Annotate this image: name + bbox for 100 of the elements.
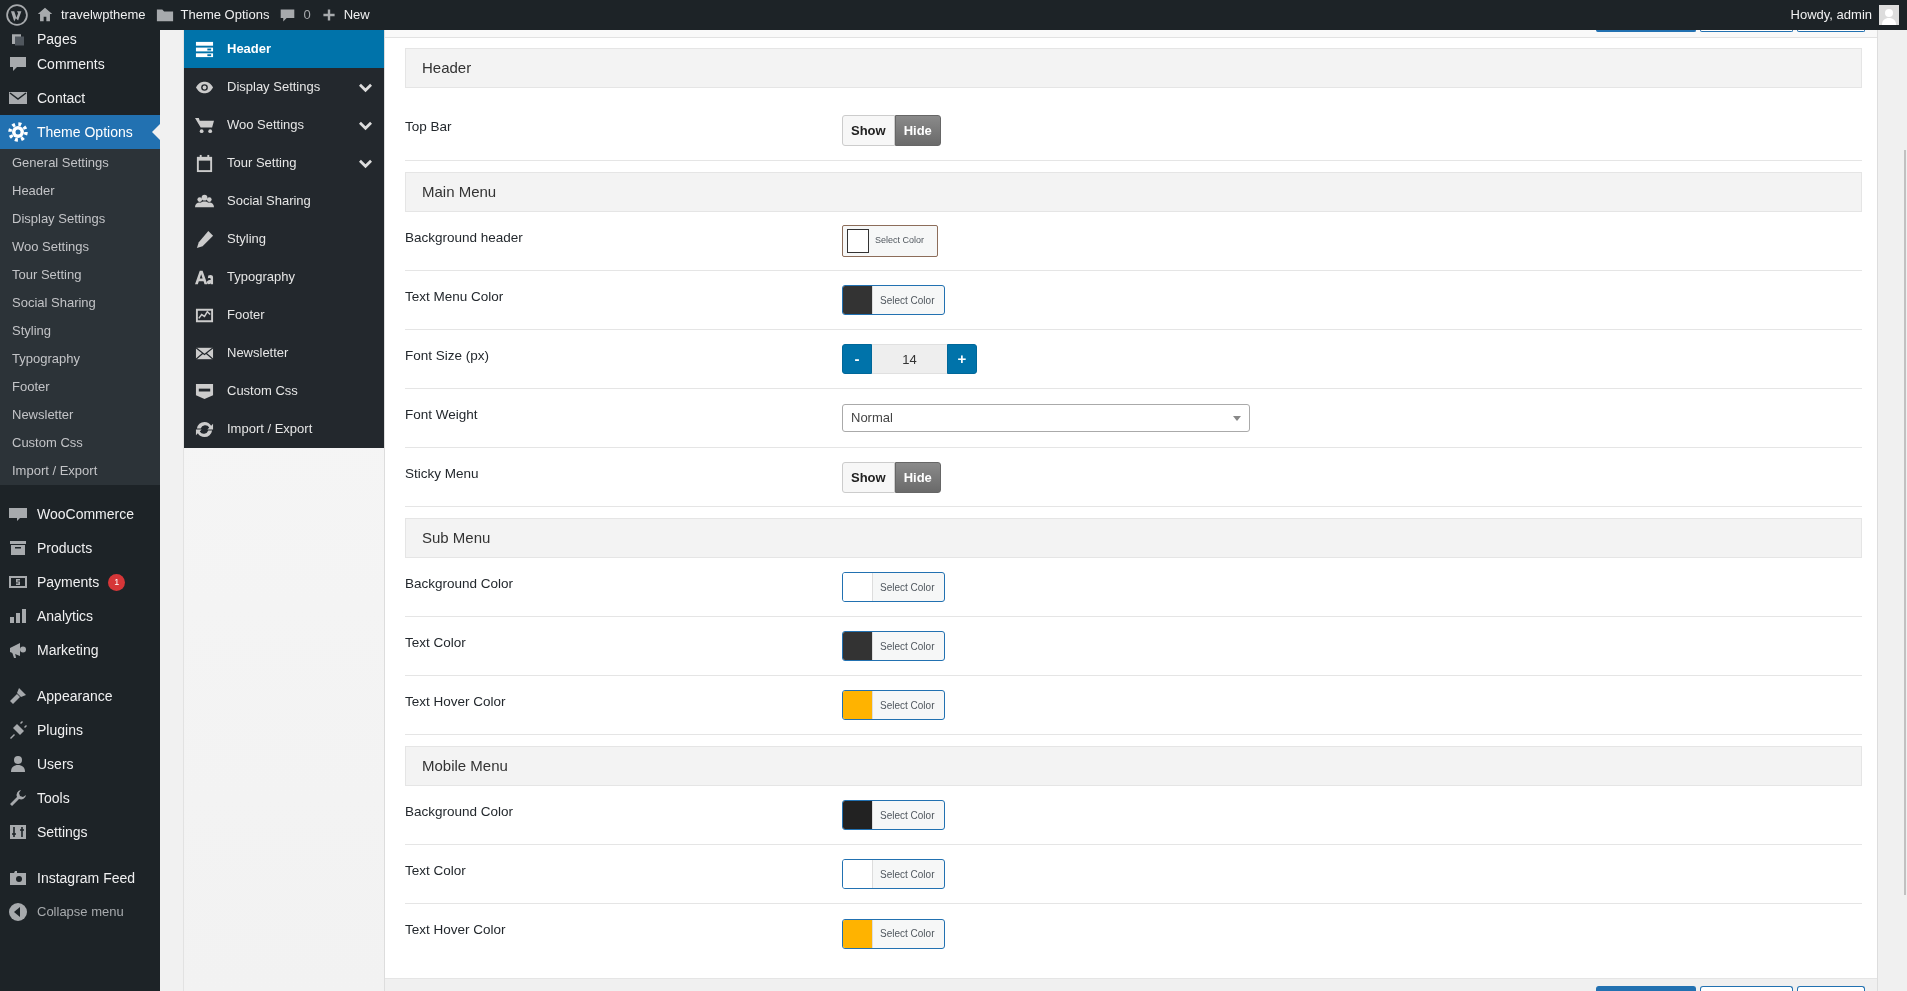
archive-box-icon (8, 538, 28, 558)
field-label: Sticky Menu (405, 464, 480, 483)
submenu-item[interactable]: General Settings (0, 149, 160, 177)
sidebar-item[interactable]: Plugins (0, 713, 160, 747)
site-link[interactable]: travelwptheme (61, 5, 146, 25)
menu-item[interactable]: Import / Export (184, 410, 384, 448)
menu-item[interactable]: Typography (184, 258, 384, 296)
page-link[interactable]: Theme Options (180, 5, 270, 25)
toggle-button[interactable]: Show (842, 114, 895, 146)
increment-button[interactable]: + (947, 344, 977, 374)
field-label: Text Menu Color (405, 287, 505, 306)
submenu-item[interactable]: Header (0, 177, 160, 205)
sidebar-item[interactable]: Appearance (0, 667, 160, 713)
field-label: Font Size (px) (405, 346, 491, 365)
color-picker[interactable]: Select Color (842, 572, 945, 602)
menu-item[interactable]: Styling (184, 220, 384, 258)
greeting-link[interactable]: Howdy, admin (1790, 5, 1872, 25)
color-picker[interactable]: Select Color (842, 690, 945, 720)
button[interactable] (1700, 986, 1793, 991)
section-header: Main Menu (405, 172, 1862, 212)
submenu-item[interactable]: Display Settings (0, 205, 160, 233)
sidebar-item[interactable]: Users (0, 747, 160, 781)
button-label: Select Color (879, 698, 935, 713)
field-label: Text Color (405, 861, 467, 880)
user-icon (8, 754, 28, 774)
sidebar-item[interactable]: Instagram Feed (0, 849, 160, 895)
button-label: Select Color (874, 234, 925, 248)
field-label: Background Color (405, 802, 515, 821)
menu-item[interactable]: Footer (184, 296, 384, 334)
section-header: Mobile Menu (405, 746, 1862, 786)
color-picker[interactable]: Select Color (842, 225, 938, 257)
sidebar-item[interactable]: Tools (0, 781, 160, 815)
color-picker[interactable]: Select Color (842, 800, 945, 830)
button-label: Select Color (879, 580, 935, 595)
sidebar-item[interactable]: Contact (0, 81, 160, 115)
megaphone-icon (8, 640, 28, 660)
plus-icon (320, 7, 337, 23)
home-icon (36, 6, 54, 24)
header-lines-icon (195, 39, 214, 59)
submenu-item[interactable]: Tour Setting (0, 261, 160, 289)
menu-item[interactable]: Tour Setting (184, 144, 384, 182)
button-label: Select Color (879, 639, 935, 654)
submenu-item[interactable]: Footer (0, 373, 160, 401)
submenu-item[interactable]: Styling (0, 317, 160, 345)
sidebar-item[interactable]: Payments 1 (0, 565, 160, 599)
sidebar-item[interactable]: Marketing (0, 633, 160, 667)
submenu-item[interactable]: Import / Export (0, 457, 160, 485)
menu-item[interactable]: Header (184, 30, 384, 68)
camera-icon (8, 868, 28, 888)
menu-item[interactable]: Display Settings (184, 68, 384, 106)
menu-item[interactable]: Social Sharing (184, 182, 384, 220)
color-picker[interactable]: Select Color (842, 285, 945, 315)
sliders-icon (8, 822, 28, 842)
menu-item[interactable]: Newsletter (184, 334, 384, 372)
field-label: Background header (405, 228, 524, 247)
sidebar-item[interactable]: Products (0, 531, 160, 565)
sidebar-item[interactable]: WooCommerce (0, 485, 160, 531)
section-header: Sub Menu (405, 518, 1862, 558)
button-label: Select Color (879, 867, 935, 882)
dropdown-value: Normal (851, 409, 893, 428)
count-badge: 1 (108, 573, 126, 591)
dropdown[interactable]: Normal (842, 404, 1250, 432)
color-picker[interactable]: Select Color (842, 859, 945, 889)
paintbrush-icon (8, 686, 28, 706)
cart-icon (195, 115, 214, 135)
sidebar-item[interactable]: Pages (0, 30, 160, 47)
number-field[interactable]: 14 (872, 344, 947, 374)
sidebar-item[interactable]: Comments (0, 47, 160, 81)
section-header: Header (405, 48, 1862, 88)
field-label: Background Color (405, 574, 515, 593)
new-link[interactable]: New (343, 5, 370, 25)
submenu-item[interactable]: Custom Css (0, 429, 160, 457)
field-label: Font Weight (405, 405, 479, 424)
collapse-menu-button[interactable]: Collapse menu (0, 895, 160, 929)
toggle-button[interactable]: Hide (894, 461, 941, 493)
decrement-button[interactable]: - (842, 344, 872, 374)
bar-chart-icon (8, 606, 28, 626)
toggle-button[interactable]: Show (842, 461, 895, 493)
button-label: Select Color (879, 927, 935, 941)
comment-count[interactable]: 0 (303, 5, 311, 25)
button-label: Select Color (879, 293, 935, 308)
button-label: Select Color (879, 808, 935, 823)
sidebar-item[interactable]: Settings (0, 815, 160, 849)
menu-item[interactable]: Woo Settings (184, 106, 384, 144)
comment-icon (8, 54, 28, 74)
field-label: Text Hover Color (405, 692, 507, 711)
color-picker[interactable]: Select Color (842, 631, 945, 661)
scrollbar-thumb[interactable] (1904, 150, 1906, 895)
gear-icon (8, 122, 28, 142)
sidebar-item[interactable]: Analytics (0, 599, 160, 633)
submenu-item[interactable]: Newsletter (0, 401, 160, 429)
sidebar-item[interactable]: Theme Options (0, 115, 160, 149)
toggle-button[interactable]: Hide (894, 114, 941, 146)
menu-item[interactable]: Custom Css (184, 372, 384, 410)
submenu-item[interactable]: Woo Settings (0, 233, 160, 261)
color-picker[interactable]: Select Color (842, 918, 945, 949)
button[interactable] (1797, 986, 1865, 991)
submenu-item[interactable]: Social Sharing (0, 289, 160, 317)
field-label: Top Bar (405, 117, 453, 136)
submenu-item[interactable]: Typography (0, 345, 160, 373)
